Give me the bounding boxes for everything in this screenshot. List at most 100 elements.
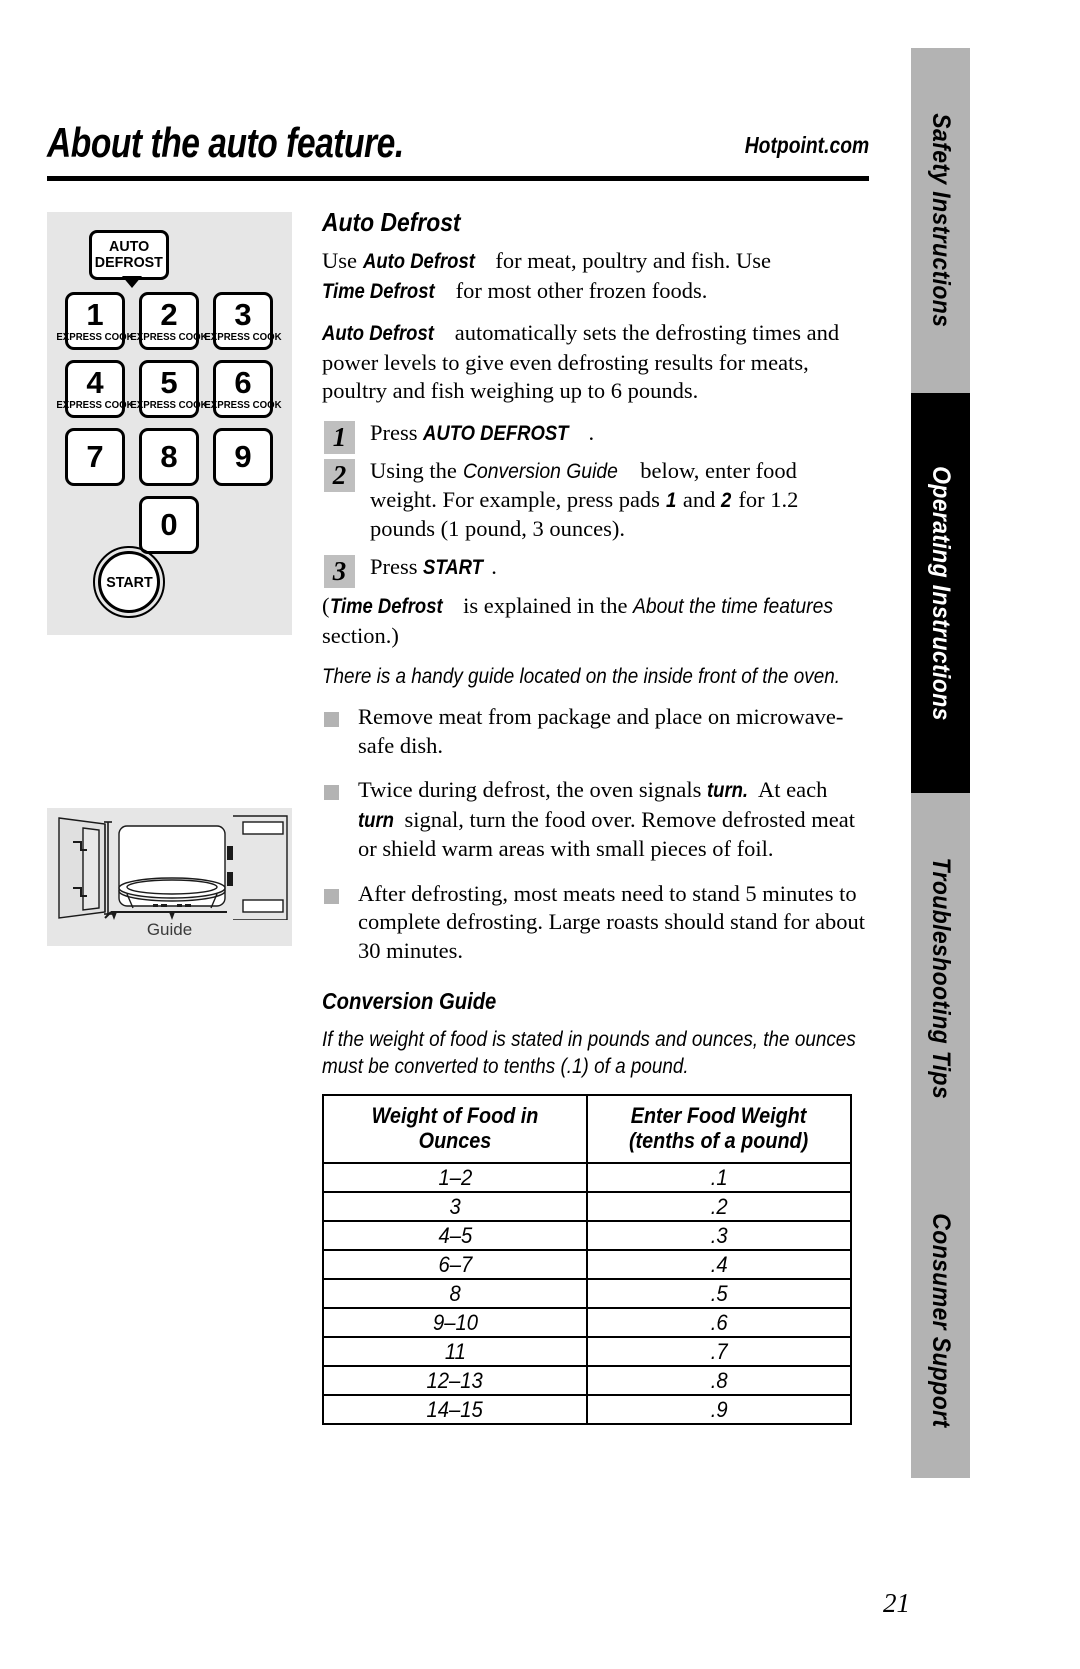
cell-text: 12–13 <box>426 1368 484 1393</box>
cell-text: .4 <box>710 1252 728 1277</box>
text-run: Press <box>370 419 424 445</box>
cell-ounces: 6–7 <box>322 1249 588 1280</box>
auto-defrost-key: AUTO DEFROST <box>89 230 169 280</box>
emphasis-start-key: START <box>423 555 484 579</box>
cell-ounces: 14–15 <box>322 1394 588 1425</box>
key-number: 2 <box>160 296 178 332</box>
keypad-key-1: 1 EXPRESS COOK <box>56 292 134 350</box>
step-number: 3 <box>324 554 355 588</box>
text-run: Press <box>370 553 424 579</box>
sidebar-tab-label: Operating Instructions <box>927 465 955 721</box>
key-number: 5 <box>160 364 178 400</box>
cell-text: .8 <box>710 1368 728 1393</box>
cell-tenths: .5 <box>586 1278 852 1309</box>
emphasis-auto-defrost: Auto Defrost <box>362 250 475 273</box>
cell-text: 3 <box>449 1194 461 1219</box>
table-row: 14–15 .9 <box>322 1394 852 1425</box>
column-header-tenths: Enter Food Weight (tenths of a pound) <box>586 1094 852 1164</box>
emphasis-auto-defrost-key: AUTO DEFROST <box>423 421 569 445</box>
key-number: 4 <box>86 364 104 400</box>
text-run: is explained in the <box>457 593 634 618</box>
cell-text: 4–5 <box>438 1223 472 1248</box>
header-divider <box>47 176 869 181</box>
auto-defrost-pointer-icon <box>122 276 142 288</box>
step-text: Press AUTO DEFROST. <box>370 419 868 449</box>
instruction-steps: 1 Press AUTO DEFROST. 2 Using the Conver… <box>322 419 868 588</box>
oven-drawing-icon <box>58 815 288 921</box>
reference-about-time-features: About the time features <box>633 594 834 618</box>
sidebar-tab-label: Consumer Support <box>927 1213 955 1428</box>
sidebar-tab-troubleshooting-tips[interactable]: Troubleshooting Tips <box>911 793 970 1163</box>
keypad-key-0: 0 <box>139 496 199 554</box>
column-header-text-line1: Enter Food Weight <box>631 1103 807 1128</box>
manual-page: About the auto feature. Hotpoint.com Saf… <box>0 0 1080 1669</box>
column-header-ounces: Weight of Food in Ounces <box>322 1094 588 1164</box>
section-tabs: Safety Instructions Operating Instructio… <box>911 48 970 1478</box>
cell-text: 1–2 <box>438 1165 472 1190</box>
emphasis-pad-2: 2 <box>721 488 732 512</box>
cell-ounces: 9–10 <box>322 1307 588 1338</box>
list-item-text: Remove meat from package and place on mi… <box>358 703 868 760</box>
column-header-text-line2: (tenths of a pound) <box>629 1128 809 1153</box>
conversion-guide-heading: Conversion Guide <box>322 988 497 1014</box>
paragraph-description: Auto Defrost automatically sets the defr… <box>322 319 868 406</box>
oven-illustration-caption: Guide <box>146 920 193 939</box>
cell-text: 14–15 <box>426 1397 484 1422</box>
conversion-guide-table: Weight of Food in Ounces Enter Food Weig… <box>322 1094 852 1425</box>
cell-ounces: 4–5 <box>322 1220 588 1251</box>
step-number: 2 <box>324 459 355 492</box>
emphasis-auto-defrost: Auto Defrost <box>322 322 434 345</box>
cell-text: 8 <box>449 1281 461 1306</box>
conversion-guide-intro: If the weight of food is stated in pound… <box>322 1028 856 1078</box>
table-row: 4–5 .3 <box>322 1220 852 1251</box>
sidebar-tab-label: Troubleshooting Tips <box>927 857 955 1099</box>
table-row: 9–10 .6 <box>322 1307 852 1338</box>
reference-conversion-guide: Conversion Guide <box>462 459 618 483</box>
text-run: for most other frozen foods. <box>449 277 708 303</box>
cell-text: .7 <box>710 1339 728 1364</box>
column-header-text: Weight of Food in Ounces <box>371 1103 539 1153</box>
text-run: Twice during defrost, the oven signals <box>358 777 707 802</box>
emphasis-time-defrost: Time Defrost <box>329 595 443 618</box>
key-number: 0 <box>160 507 178 542</box>
sidebar-tab-operating-instructions[interactable]: Operating Instructions <box>911 393 970 793</box>
sidebar-tab-safety-instructions[interactable]: Safety Instructions <box>911 48 970 393</box>
cell-text: .6 <box>710 1310 728 1335</box>
emphasis-pad-1: 1 <box>665 488 676 512</box>
sidebar-tab-consumer-support[interactable]: Consumer Support <box>911 1163 970 1478</box>
text-run: ( <box>322 593 330 618</box>
cell-tenths: .8 <box>586 1365 852 1396</box>
text-run: section.) <box>322 622 399 648</box>
text-run: signal, turn the food over. Remove defro… <box>358 806 855 862</box>
keypad-key-9: 9 <box>213 428 273 486</box>
cell-text: .1 <box>710 1165 728 1190</box>
cell-text: 6–7 <box>438 1252 472 1277</box>
page-title: About the auto feature. <box>47 119 404 166</box>
cell-ounces: 3 <box>322 1191 588 1222</box>
key-number: 6 <box>234 364 252 400</box>
keypad-key-3: 3 EXPRESS COOK <box>204 292 282 350</box>
text-run: Use <box>322 248 363 273</box>
key-number: 1 <box>86 296 104 332</box>
cell-ounces: 12–13 <box>322 1365 588 1396</box>
page-header: About the auto feature. Hotpoint.com <box>47 120 869 182</box>
cell-ounces: 1–2 <box>322 1162 588 1193</box>
step-text: Using the Conversion Guide below, enter … <box>370 457 868 544</box>
text-run: Using the <box>370 458 463 483</box>
auto-defrost-label-line1: AUTO <box>108 238 150 255</box>
keypad-key-5: 5 EXPRESS COOK <box>130 360 208 418</box>
step-item: 1 Press AUTO DEFROST. <box>322 419 868 454</box>
table-row: 8 .5 <box>322 1278 852 1309</box>
page-number: 21 <box>883 1588 910 1618</box>
bullet-square-icon <box>324 712 339 727</box>
key-number: 9 <box>234 439 252 474</box>
cell-tenths: .7 <box>586 1336 852 1367</box>
auto-defrost-label-line2: DEFROST <box>94 254 164 271</box>
paragraph-time-defrost-note: (Time Defrost is explained in the About … <box>322 592 868 650</box>
cell-text: 9–10 <box>432 1310 478 1335</box>
key-number: 3 <box>234 296 252 332</box>
cell-text: .5 <box>710 1281 728 1306</box>
cell-text: .9 <box>710 1397 728 1422</box>
table-header-row: Weight of Food in Ounces Enter Food Weig… <box>322 1094 852 1164</box>
step-item: 3 Press START. <box>322 553 868 588</box>
